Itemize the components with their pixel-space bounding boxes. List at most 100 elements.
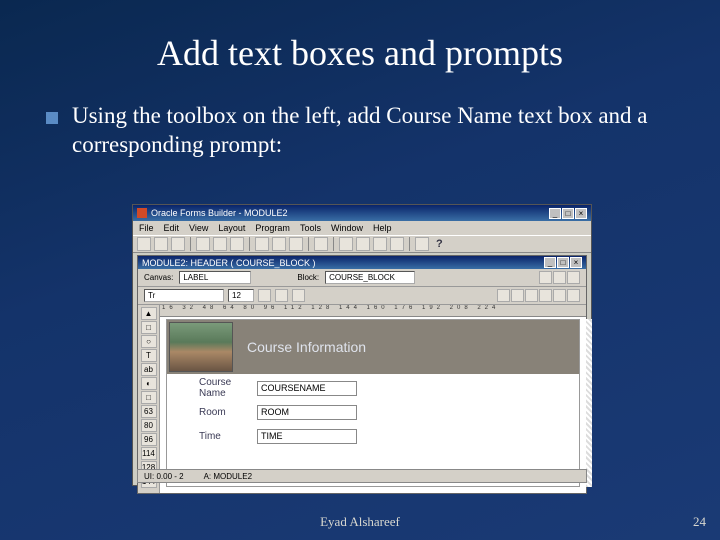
shape-tool[interactable]: ◐ <box>141 377 157 390</box>
menu-edit[interactable]: Edit <box>164 223 180 233</box>
toolbar-button[interactable] <box>272 237 286 251</box>
toolbox: ▲ □ ○ T ab ◐ □ 63 80 96 114 128 144 <box>138 305 160 493</box>
minimize-button[interactable]: _ <box>549 208 561 219</box>
app-icon <box>137 208 147 218</box>
inner-title-text: MODULE2: HEADER ( COURSE_BLOCK ) <box>142 258 316 268</box>
toolbar-button[interactable] <box>356 237 370 251</box>
toolbar-button[interactable] <box>213 237 227 251</box>
toolbar-button[interactable] <box>154 237 168 251</box>
form-canvas[interactable]: Course Information Course Name COURSENAM… <box>166 319 580 487</box>
toolbar-divider <box>308 237 309 251</box>
underline-button[interactable] <box>292 289 305 302</box>
menu-program[interactable]: Program <box>255 223 290 233</box>
toolbar-button[interactable] <box>339 237 353 251</box>
label-room: Room <box>167 407 257 418</box>
menubar: File Edit View Layout Program Tools Wind… <box>133 221 591 235</box>
maximize-button[interactable]: □ <box>562 208 574 219</box>
bullet-item: Using the toolbox on the left, add Cours… <box>0 74 720 160</box>
align-button[interactable] <box>553 271 566 284</box>
text-tool[interactable]: T <box>141 349 157 362</box>
textbox-tool[interactable]: ab <box>141 363 157 376</box>
align-button[interactable] <box>539 271 552 284</box>
menu-view[interactable]: View <box>189 223 208 233</box>
menu-help[interactable]: Help <box>373 223 392 233</box>
inner-maximize-button[interactable]: □ <box>557 257 569 268</box>
toolbar-button[interactable] <box>415 237 429 251</box>
header-title: Course Information <box>247 339 366 355</box>
toolbar-divider <box>190 237 191 251</box>
input-room[interactable]: ROOM <box>257 405 357 420</box>
bold-button[interactable] <box>258 289 271 302</box>
font-size-dropdown[interactable]: 12 <box>228 289 254 302</box>
font-name-dropdown[interactable]: Tr <box>144 289 224 302</box>
input-time[interactable]: TIME <box>257 429 357 444</box>
style-button[interactable] <box>539 289 552 302</box>
header-image <box>169 322 233 372</box>
canvas-dropdown[interactable]: LABEL <box>179 271 251 284</box>
toolbar-button[interactable] <box>196 237 210 251</box>
menu-file[interactable]: File <box>139 223 154 233</box>
block-dropdown[interactable]: COURSE_BLOCK <box>325 271 415 284</box>
run-button[interactable] <box>314 237 328 251</box>
tool-96[interactable]: 96 <box>141 433 157 446</box>
layout-editor-window: MODULE2: HEADER ( COURSE_BLOCK ) _ □ × C… <box>137 255 587 494</box>
font-bar: Tr 12 <box>138 287 586 305</box>
bullet-text: Using the toolbox on the left, add Cours… <box>72 102 674 160</box>
inner-close-button[interactable]: × <box>570 257 582 268</box>
statusbar: UI: 0.00 - 2 A: MODULE2 <box>137 469 587 483</box>
field-row-time: Time TIME <box>167 426 579 446</box>
field-row-coursename: Course Name COURSENAME <box>167 378 579 398</box>
tool-63[interactable]: 63 <box>141 405 157 418</box>
design-surface[interactable]: 16 32 48 64 80 96 112 128 144 160 176 19… <box>160 305 586 493</box>
property-bar: Canvas: LABEL Block: COURSE_BLOCK <box>138 269 586 287</box>
select-tool[interactable]: ▲ <box>141 307 157 320</box>
rect-tool[interactable]: □ <box>141 321 157 334</box>
tool-114[interactable]: 114 <box>141 447 157 460</box>
toolbar-button[interactable] <box>230 237 244 251</box>
style-button[interactable] <box>525 289 538 302</box>
input-coursename[interactable]: COURSENAME <box>257 381 357 396</box>
close-button[interactable]: × <box>575 208 587 219</box>
field-row-room: Room ROOM <box>167 402 579 422</box>
label-time: Time <box>167 431 257 442</box>
titlebar: Oracle Forms Builder - MODULE2 _ □ × <box>133 205 591 221</box>
form-header: Course Information <box>167 320 579 374</box>
toolbar-button[interactable] <box>289 237 303 251</box>
menu-window[interactable]: Window <box>331 223 363 233</box>
toolbar-button[interactable] <box>137 237 151 251</box>
toolbar-divider <box>333 237 334 251</box>
slide-footer: Eyad Alshareef <box>0 514 720 530</box>
status-right: A: MODULE2 <box>204 472 252 481</box>
page-number: 24 <box>693 514 706 530</box>
toolbar-divider <box>409 237 410 251</box>
style-button[interactable] <box>497 289 510 302</box>
horizontal-ruler: 16 32 48 64 80 96 112 128 144 160 176 19… <box>160 305 586 317</box>
menu-tools[interactable]: Tools <box>300 223 321 233</box>
align-button[interactable] <box>567 271 580 284</box>
toolbar-divider <box>249 237 250 251</box>
ellipse-tool[interactable]: ○ <box>141 335 157 348</box>
canvas-area: ▲ □ ○ T ab ◐ □ 63 80 96 114 128 144 16 3… <box>138 305 586 493</box>
forms-builder-window: Oracle Forms Builder - MODULE2 _ □ × Fil… <box>132 204 592 486</box>
toolbar-button[interactable] <box>390 237 404 251</box>
menu-layout[interactable]: Layout <box>218 223 245 233</box>
titlebar-text: Oracle Forms Builder - MODULE2 <box>151 208 288 218</box>
italic-button[interactable] <box>275 289 288 302</box>
button-tool[interactable]: □ <box>141 391 157 404</box>
bullet-icon <box>46 112 58 124</box>
style-button[interactable] <box>511 289 524 302</box>
toolbar-button[interactable] <box>373 237 387 251</box>
style-button[interactable] <box>567 289 580 302</box>
tool-80[interactable]: 80 <box>141 419 157 432</box>
toolbar-button[interactable] <box>255 237 269 251</box>
style-button[interactable] <box>553 289 566 302</box>
status-left: UI: 0.00 - 2 <box>144 472 184 481</box>
label-coursename: Course Name <box>167 377 257 399</box>
canvas-label: Canvas: <box>144 273 173 282</box>
slide-title: Add text boxes and prompts <box>0 0 720 74</box>
canvas-edge <box>586 319 592 487</box>
toolbar-button[interactable] <box>171 237 185 251</box>
block-label: Block: <box>297 273 319 282</box>
help-icon[interactable]: ? <box>436 238 443 250</box>
inner-minimize-button[interactable]: _ <box>544 257 556 268</box>
